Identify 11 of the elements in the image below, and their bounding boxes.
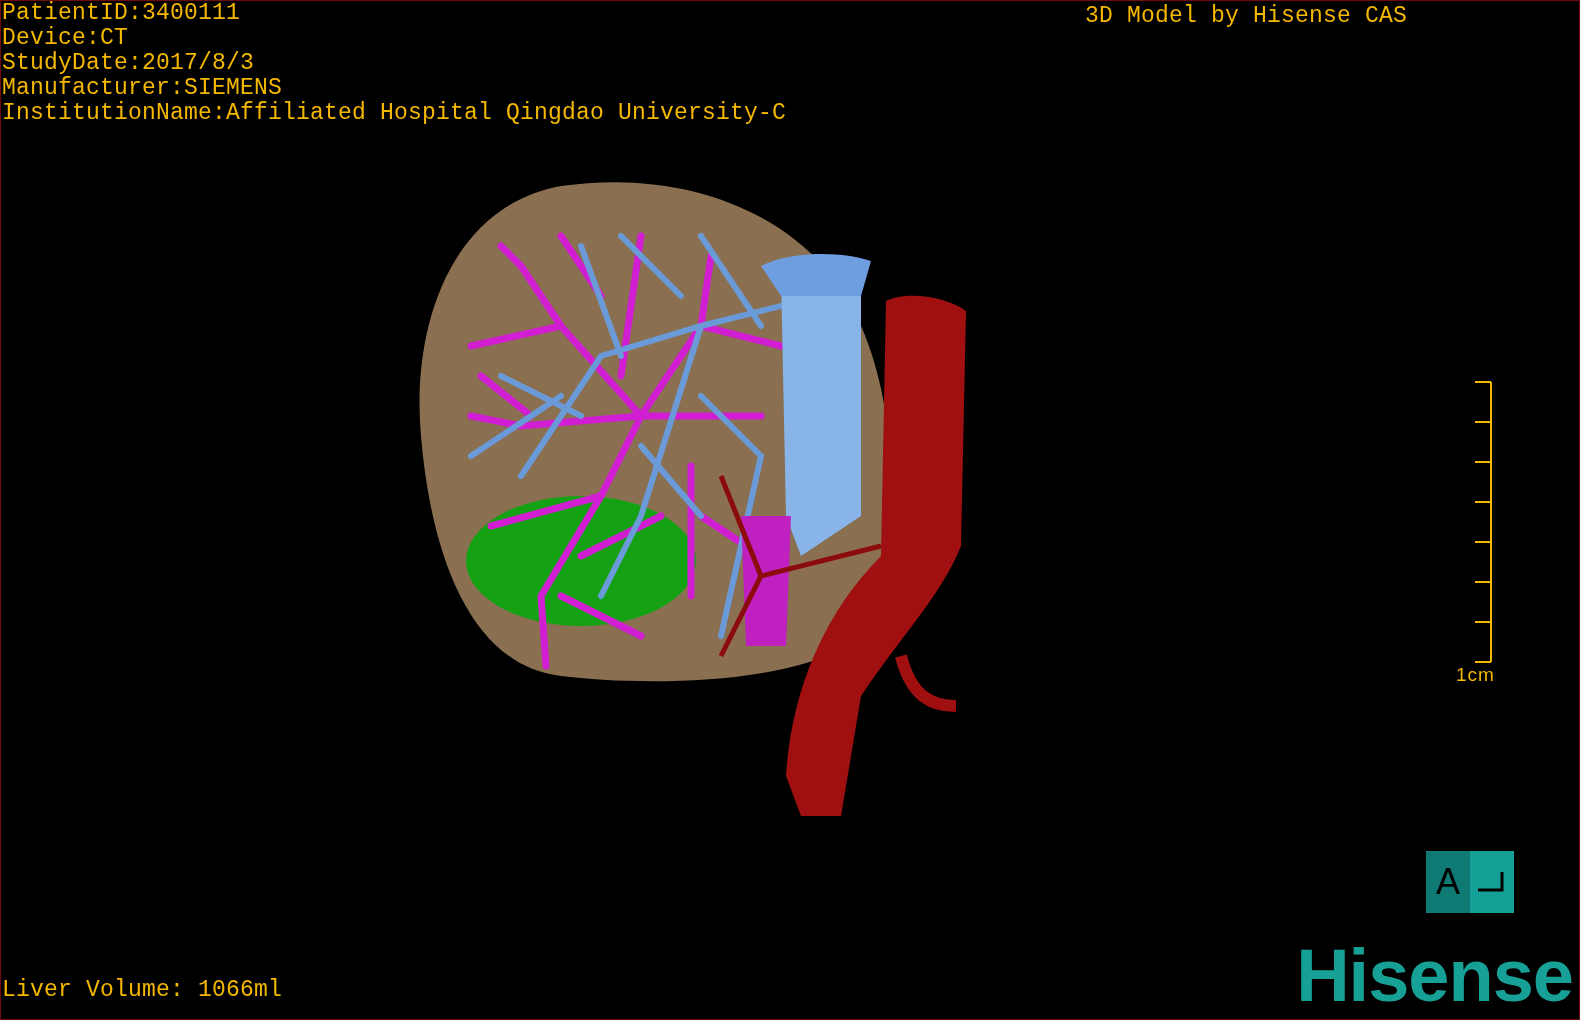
viewer-title: 3D Model by Hisense CAS bbox=[1084, 2, 1407, 31]
patient-info-text: Manufacturer:SIEMENS bbox=[2, 76, 284, 101]
cube-face-label: A bbox=[1426, 851, 1470, 913]
patient-info-text: Device:CT bbox=[2, 26, 130, 51]
patient-info-text: InstitutionName:Affiliated Hospital Qingdao University-C bbox=[2, 101, 787, 126]
patient-info-text: StudyDate:2017/8/3 bbox=[2, 51, 256, 76]
scale-bar-label: 1cm bbox=[1456, 664, 1495, 686]
cube-side-icon bbox=[1478, 872, 1506, 892]
brand-logo: Hisense bbox=[1296, 937, 1573, 1015]
liver-volume-text: Liver Volume: 1066ml bbox=[1, 977, 283, 1005]
patient-info-text: PatientID:3400111 bbox=[2, 1, 242, 26]
